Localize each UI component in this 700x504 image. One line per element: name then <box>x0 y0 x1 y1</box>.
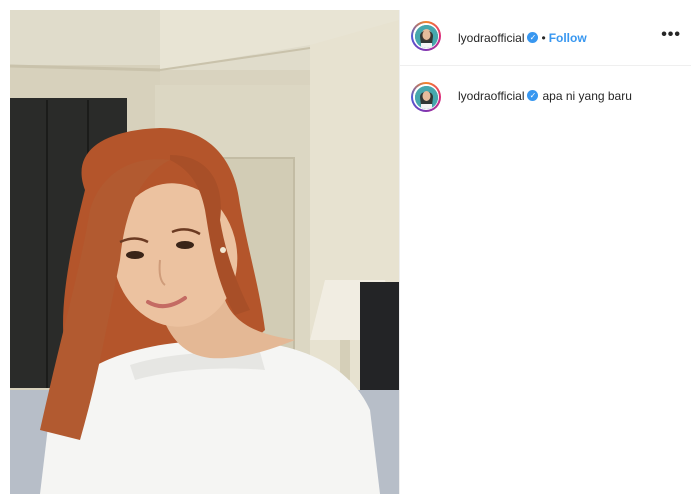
verified-badge-icon: ✓ <box>527 90 539 102</box>
header-user-line: lyodraofficial ✓ • Follow <box>458 29 587 47</box>
caption-text: apa ni yang baru <box>542 89 632 103</box>
more-options-icon[interactable]: ••• <box>661 26 681 44</box>
caption-username[interactable]: lyodraofficial <box>458 89 524 103</box>
separator-dot: • <box>541 31 546 45</box>
verified-badge-icon: ✓ <box>527 32 539 44</box>
follow-button[interactable]: Follow <box>549 31 587 45</box>
post-username[interactable]: lyodraofficial <box>458 31 524 45</box>
avatar-image <box>414 24 438 48</box>
post-photo[interactable] <box>10 10 399 494</box>
post-image <box>10 10 399 494</box>
post-header: lyodraofficial ✓ • Follow ••• <box>400 10 691 66</box>
caption: lyodraofficial ✓ apa ni yang baru <box>458 87 632 105</box>
post-sidebar: lyodraofficial ✓ • Follow ••• lyodraoffi… <box>399 10 691 494</box>
instagram-post: lyodraofficial ✓ • Follow ••• lyodraoffi… <box>0 0 700 504</box>
caption-avatar-image <box>414 85 438 109</box>
avatar[interactable] <box>411 21 441 51</box>
caption-avatar[interactable] <box>411 82 441 112</box>
